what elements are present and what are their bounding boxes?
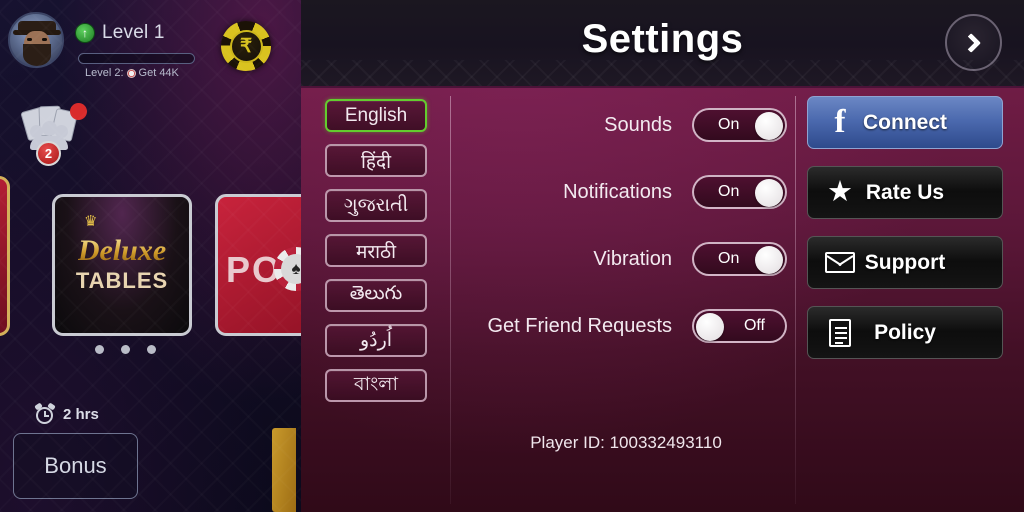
action-label: Policy (874, 320, 936, 344)
crown-icon: ♛ (84, 213, 98, 230)
toggle-knob (755, 246, 783, 274)
friends-badge-count: 2 (36, 141, 61, 166)
toggle-knob (696, 313, 724, 341)
language-option-hindi[interactable]: हिंदी (325, 144, 427, 177)
next-level-label: Level 2: (85, 67, 124, 79)
bonus-timer: 2 hrs (34, 402, 99, 425)
settings-dialog: Settings English हिंदी ગુજરાતી मराठी తెల… (301, 0, 1024, 512)
chip-icon (126, 68, 136, 78)
setting-row-friend-requests: Get Friend Requests Off (461, 307, 791, 345)
document-icon (824, 317, 856, 349)
setting-label: Vibration (593, 247, 672, 270)
toggle-state-text: Off (743, 317, 765, 334)
currency-chip-button[interactable]: ₹ (221, 21, 271, 71)
settings-toggle-list: Sounds On Notifications On Vibration On … (461, 106, 791, 374)
toggle-state-text: On (718, 183, 740, 200)
level-progress-bar (78, 53, 195, 64)
carousel-pagination[interactable] (95, 345, 156, 354)
level-label: Level 1 (102, 22, 165, 43)
avatar-eyes (27, 38, 47, 41)
language-option-bengali[interactable]: বাংলা (325, 369, 427, 402)
avatar-beard (23, 44, 51, 66)
vibration-toggle[interactable]: On (692, 242, 787, 276)
setting-row-sounds: Sounds On (461, 106, 791, 144)
language-option-english[interactable]: English (325, 99, 427, 132)
close-button[interactable] (945, 14, 1002, 71)
lobby-card-deluxe-tables[interactable]: Deluxe TABLES (52, 194, 192, 336)
setting-label: Notifications (563, 180, 672, 203)
setting-label: Sounds (604, 113, 672, 136)
page-title: Settings (581, 17, 744, 61)
deluxe-title: Deluxe (77, 234, 167, 267)
settings-header: Settings (301, 0, 1024, 88)
friends-icon[interactable]: 2 (20, 103, 87, 166)
setting-row-notifications: Notifications On (461, 173, 791, 211)
facebook-connect-button[interactable]: f Connect (807, 96, 1003, 149)
app-screen: ↑ Level 1 Level 2: Get 44K ₹ 2 Deluxe TA… (0, 0, 1024, 512)
toggle-knob (755, 112, 783, 140)
action-label: Rate Us (865, 180, 945, 204)
notification-dot (70, 103, 87, 120)
avatar[interactable] (8, 12, 64, 68)
toggle-state-text: On (718, 116, 740, 133)
star-icon: ★ (827, 176, 853, 208)
facebook-icon: f (834, 104, 846, 140)
divider (795, 96, 796, 504)
bonus-button[interactable]: Bonus (13, 433, 138, 499)
notifications-toggle[interactable]: On (692, 175, 787, 209)
game-lobby-background: ↑ Level 1 Level 2: Get 44K ₹ 2 Deluxe TA… (0, 0, 355, 512)
pagination-dot[interactable] (95, 345, 104, 354)
level-indicator: ↑ Level 1 (75, 22, 165, 44)
language-option-gujarati[interactable]: ગુજરાતી (325, 189, 427, 222)
divider (450, 96, 451, 504)
deluxe-subtitle: TABLES (75, 268, 169, 293)
action-label: Connect (863, 110, 947, 134)
next-level-info: Level 2: Get 44K (85, 67, 179, 79)
rupee-symbol: ₹ (229, 29, 263, 63)
action-label: Support (864, 250, 946, 274)
settings-body: English हिंदी ગુજરાતી मराठी తెలుగు اُردُ… (301, 88, 1024, 512)
player-id-text: Player ID: 100332493110 (530, 433, 722, 452)
policy-button[interactable]: Policy (807, 306, 1003, 359)
bonus-timer-text: 2 hrs (63, 406, 99, 423)
level-up-arrow: ↑ (82, 26, 88, 40)
side-panel-edge (272, 428, 296, 512)
action-button-list: f Connect ★ Rate Us Support Policy (807, 96, 1003, 359)
language-option-telugu[interactable]: తెలుగు (325, 279, 427, 312)
language-option-urdu[interactable]: اُردُو (325, 324, 427, 357)
next-level-reward: Get 44K (138, 67, 179, 79)
pagination-dot[interactable] (147, 345, 156, 354)
support-button[interactable]: Support (807, 236, 1003, 289)
envelope-icon (824, 247, 856, 279)
toggle-state-text: On (718, 250, 740, 267)
alarm-clock-icon (34, 402, 56, 425)
language-list: English हिंदी ગુજરાતી मराठी తెలుగు اُردُ… (325, 99, 427, 402)
pagination-dot[interactable] (121, 345, 130, 354)
setting-label: Get Friend Requests (487, 314, 672, 337)
setting-row-vibration: Vibration On (461, 240, 791, 278)
toggle-knob (755, 179, 783, 207)
chevron-right-icon (960, 32, 981, 53)
sounds-toggle[interactable]: On (692, 108, 787, 142)
rate-us-button[interactable]: ★ Rate Us (807, 166, 1003, 219)
level-up-icon: ↑ (75, 23, 95, 43)
language-option-marathi[interactable]: मराठी (325, 234, 427, 267)
lobby-card-partial[interactable] (0, 176, 10, 336)
friend-requests-toggle[interactable]: Off (692, 309, 787, 343)
